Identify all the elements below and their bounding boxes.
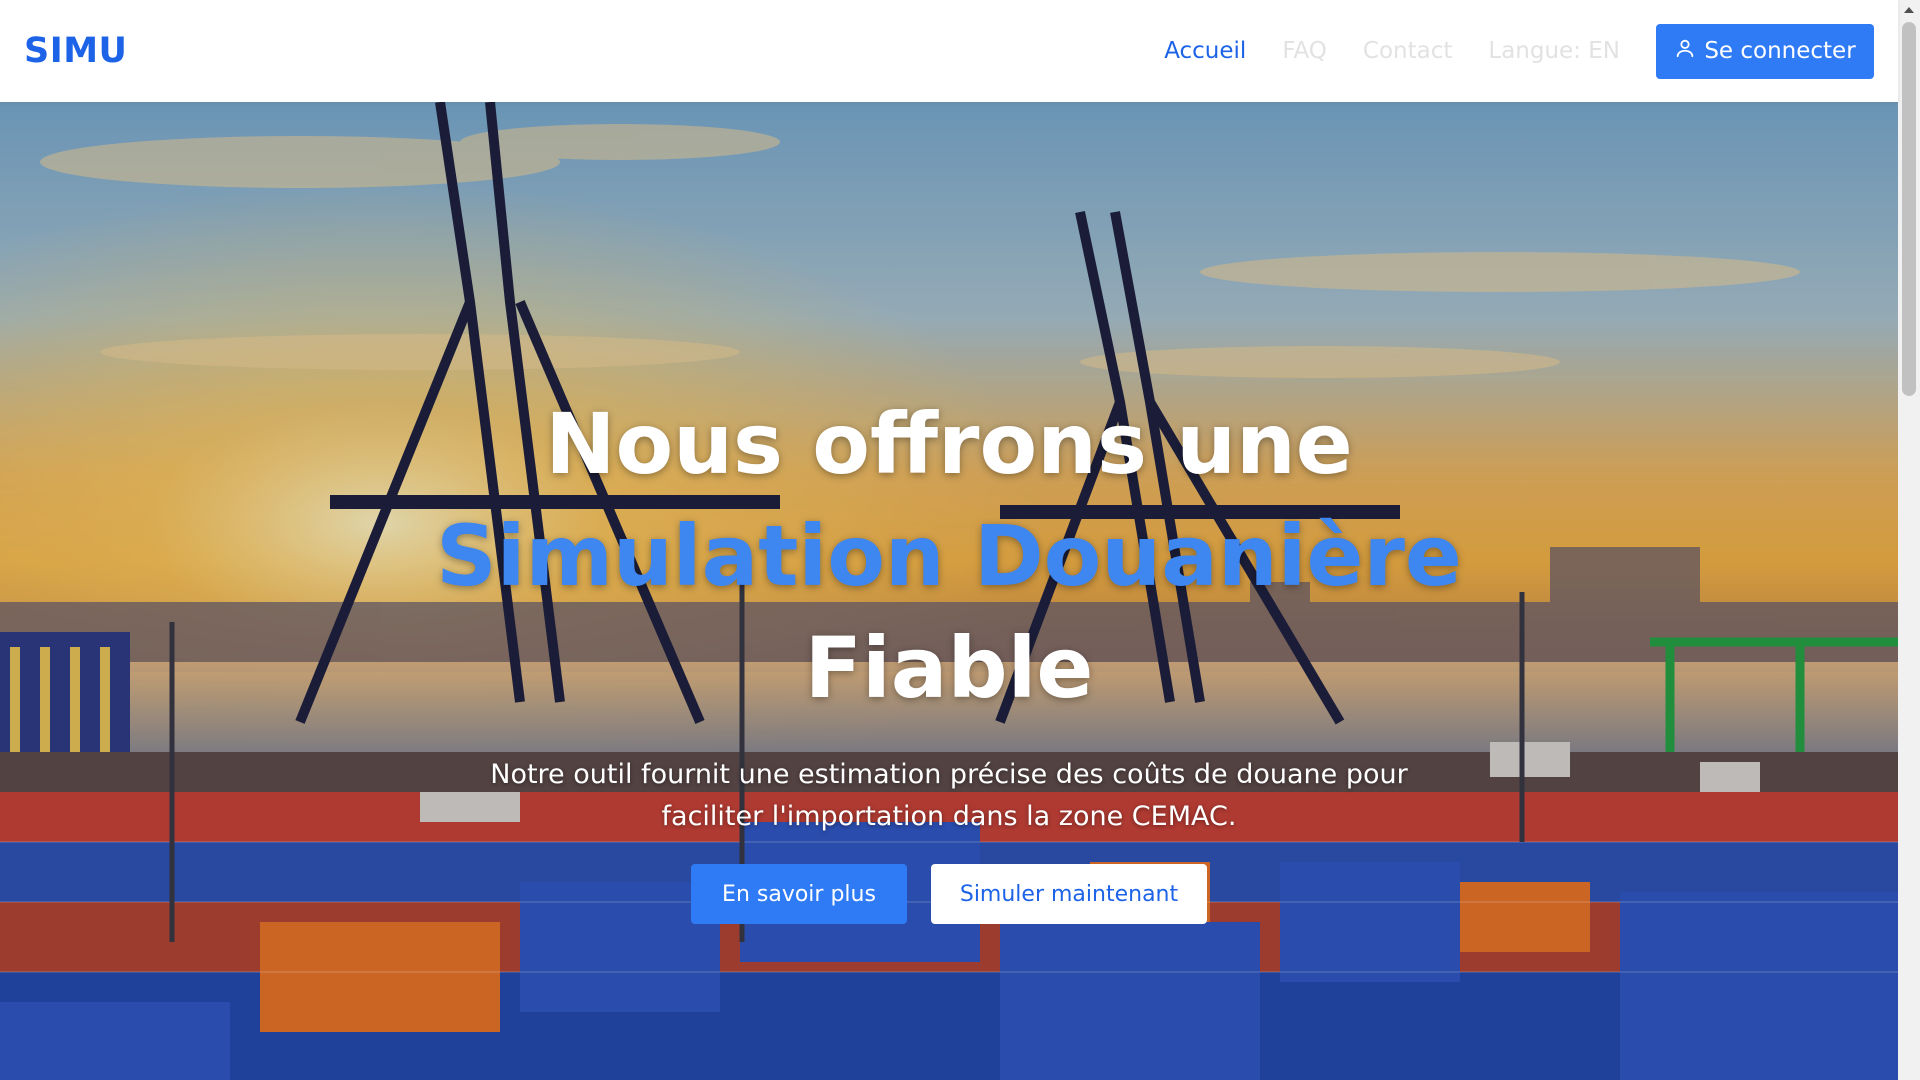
nav-link-accueil[interactable]: Accueil bbox=[1164, 38, 1246, 64]
headline-line-3: Fiable bbox=[804, 619, 1094, 717]
login-button[interactable]: Se connecter bbox=[1656, 23, 1874, 79]
brand-logo[interactable]: SIMU bbox=[24, 31, 127, 71]
hero-section: Nous offrons une Simulation Douanière Fi… bbox=[0, 102, 1898, 1080]
scroll-up-arrow-icon[interactable] bbox=[1898, 0, 1920, 20]
headline-accent: Simulation Douanière bbox=[436, 507, 1462, 605]
login-button-label: Se connecter bbox=[1704, 38, 1856, 64]
hero-subtitle: Notre outil fournit une estimation préci… bbox=[490, 759, 1408, 832]
headline-line-1: Nous offrons une bbox=[545, 395, 1353, 493]
learn-more-button[interactable]: En savoir plus bbox=[691, 864, 907, 924]
main-nav: Accueil FAQ Contact Langue: EN Se connec… bbox=[1128, 23, 1874, 79]
cta-group: En savoir plus Simuler maintenant bbox=[691, 864, 1207, 924]
nav-link-contact[interactable]: Contact bbox=[1363, 38, 1452, 64]
hero-content: Nous offrons une Simulation Douanière Fi… bbox=[0, 102, 1898, 1080]
language-switcher[interactable]: Langue: EN bbox=[1488, 38, 1620, 64]
user-icon bbox=[1674, 37, 1696, 65]
scrollbar-thumb[interactable] bbox=[1902, 22, 1916, 396]
hero-headline: Nous offrons une Simulation Douanière Fi… bbox=[436, 388, 1462, 724]
nav-link-faq[interactable]: FAQ bbox=[1282, 38, 1327, 64]
page-scrollbar[interactable] bbox=[1898, 0, 1920, 1080]
top-navbar: SIMU Accueil FAQ Contact Langue: EN Se c… bbox=[0, 0, 1898, 102]
simulate-now-button[interactable]: Simuler maintenant bbox=[931, 864, 1207, 924]
